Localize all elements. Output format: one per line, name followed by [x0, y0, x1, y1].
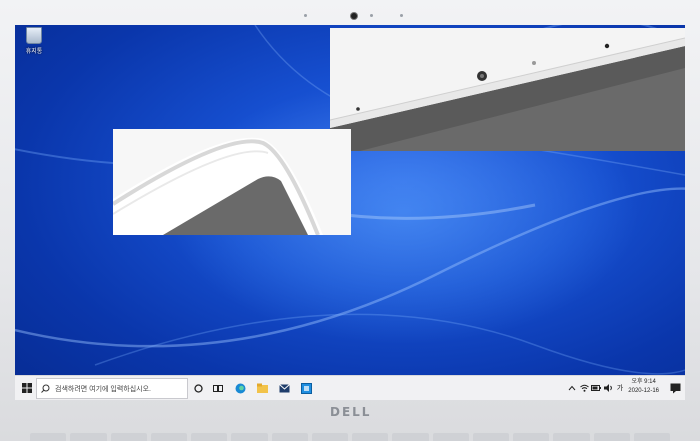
recycle-bin-icon — [26, 27, 42, 44]
key — [311, 433, 348, 441]
sensor-dot — [400, 14, 403, 17]
webcam — [351, 13, 357, 19]
key — [110, 433, 147, 441]
recycle-bin-label: 휴지통 — [25, 49, 43, 55]
wifi-icon — [579, 384, 589, 392]
store-button[interactable] — [299, 376, 313, 400]
corner-closeup-inset — [113, 129, 351, 235]
tray-expand-button[interactable] — [567, 376, 577, 400]
edge-button[interactable] — [233, 376, 247, 400]
corner-closeup-image — [113, 129, 351, 235]
search-placeholder: 검색하려면 여기에 입력하십시오. — [55, 385, 151, 393]
key — [472, 433, 509, 441]
store-icon — [300, 382, 312, 394]
action-center-button[interactable] — [670, 381, 681, 394]
folder-icon — [256, 383, 268, 393]
task-view-icon — [213, 384, 223, 392]
volume-tray-button[interactable] — [603, 376, 613, 400]
taskbar: 검색하려면 여기에 입력하십시오. 가 오후 9:14 2020-12-16 — [15, 375, 685, 400]
key — [513, 433, 550, 441]
mail-button[interactable] — [277, 376, 291, 400]
chevron-up-icon — [568, 385, 576, 391]
network-tray-button[interactable] — [579, 376, 589, 400]
speaker-icon — [603, 384, 612, 392]
windows-logo-icon — [22, 383, 32, 393]
keyboard-edge — [30, 433, 670, 441]
key — [553, 433, 590, 441]
key — [392, 433, 429, 441]
clock-date: 2020-12-16 — [628, 388, 659, 394]
battery-tray-button[interactable] — [591, 376, 601, 400]
clock-time: 오후 9:14 — [631, 379, 656, 385]
key — [633, 433, 670, 441]
cortana-button[interactable] — [191, 376, 205, 400]
edge-icon — [235, 383, 245, 393]
recycle-bin-shortcut[interactable]: 휴지통 — [19, 27, 49, 55]
desktop-screen: 휴지통 검색하려면 여기에 입력하십시오. 가 오후 9:14 2020-12-… — [15, 25, 685, 400]
cortana-icon — [193, 383, 203, 393]
key — [30, 433, 67, 441]
key — [150, 433, 187, 441]
key — [231, 433, 268, 441]
key — [191, 433, 228, 441]
search-box[interactable]: 검색하려면 여기에 입력하십시오. — [36, 378, 188, 399]
key — [593, 433, 630, 441]
clock[interactable]: 오후 9:14 2020-12-16 — [628, 378, 659, 396]
key — [70, 433, 107, 441]
webcam-closeup-inset — [330, 28, 685, 151]
key — [432, 433, 469, 441]
key — [271, 433, 308, 441]
sensor-dot — [370, 14, 373, 17]
battery-icon — [591, 385, 601, 391]
ime-indicator[interactable]: 가 — [615, 376, 625, 400]
notification-icon — [670, 383, 681, 394]
key — [352, 433, 389, 441]
search-icon — [41, 384, 50, 393]
task-view-button[interactable] — [211, 376, 225, 400]
mail-icon — [278, 383, 290, 392]
dell-logo: DELL — [330, 405, 372, 419]
sensor-dot — [304, 14, 307, 17]
webcam-closeup-image — [330, 28, 685, 151]
file-explorer-button[interactable] — [255, 376, 269, 400]
start-button[interactable] — [19, 376, 35, 400]
